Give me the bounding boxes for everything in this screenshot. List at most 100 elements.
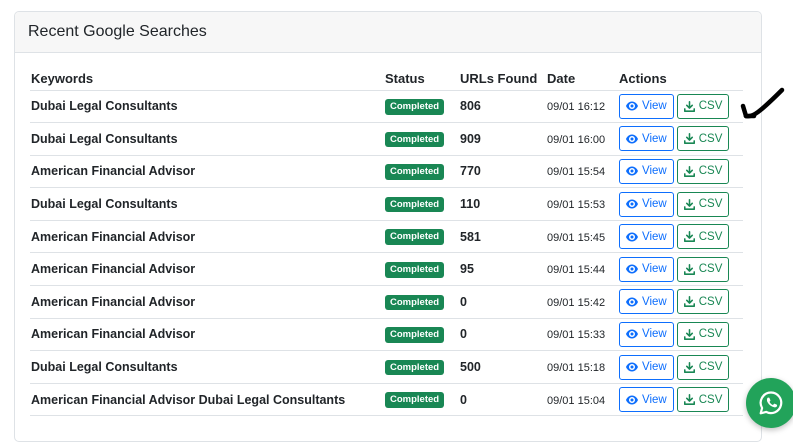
keyword-cell: American Financial Advisor bbox=[30, 155, 384, 189]
whatsapp-chat-button[interactable] bbox=[746, 378, 793, 428]
view-button-label: View bbox=[642, 263, 667, 276]
csv-download-button[interactable]: CSV bbox=[676, 321, 730, 347]
status-cell: Completed bbox=[384, 285, 459, 319]
status-badge: Completed bbox=[385, 294, 445, 311]
table-row: American Financial Advisor Completed 581… bbox=[30, 220, 743, 254]
header-keywords: Keywords bbox=[30, 67, 384, 91]
searches-table: Keywords Status URLs Found Date Actions … bbox=[30, 67, 743, 417]
urls-found-value: 500 bbox=[460, 360, 481, 375]
table-body: Dubai Legal Consultants Completed 806 09… bbox=[30, 90, 743, 417]
csv-button-label: CSV bbox=[698, 165, 723, 178]
keyword-cell: American Financial Advisor bbox=[30, 252, 384, 287]
status-badge: Completed bbox=[385, 392, 445, 408]
keyword-cell: American Financial Advisor bbox=[30, 220, 384, 254]
csv-download-button[interactable]: CSV bbox=[676, 256, 730, 282]
date-value: 09/01 15:42 bbox=[547, 296, 606, 309]
csv-download-button[interactable]: CSV bbox=[676, 289, 730, 315]
urls-found-value: 806 bbox=[460, 99, 481, 114]
header-actions: Actions bbox=[618, 67, 743, 91]
date-value: 09/01 16:00 bbox=[547, 133, 606, 146]
download-icon bbox=[683, 165, 695, 177]
view-button[interactable]: View bbox=[619, 158, 674, 184]
status-cell: Completed bbox=[384, 187, 459, 221]
actions-cell: View CSV bbox=[618, 318, 743, 352]
urls-found-value: 581 bbox=[460, 229, 481, 244]
csv-button-label: CSV bbox=[698, 132, 723, 145]
date-value: 09/01 15:04 bbox=[547, 394, 606, 407]
view-button-label: View bbox=[642, 393, 667, 406]
csv-download-button[interactable]: CSV bbox=[676, 387, 730, 413]
hand-drawn-arrow-annotation bbox=[740, 87, 785, 119]
date-cell: 09/01 15:53 bbox=[546, 187, 618, 221]
header-status: Status bbox=[384, 67, 459, 91]
csv-download-button[interactable]: CSV bbox=[676, 158, 730, 184]
eye-icon bbox=[626, 232, 638, 242]
card-header: Recent Google Searches bbox=[15, 12, 761, 53]
actions-cell: View CSV bbox=[618, 220, 743, 254]
keyword-cell: American Financial Advisor Dubai Legal C… bbox=[30, 383, 384, 417]
view-button[interactable]: View bbox=[619, 289, 674, 315]
csv-download-button[interactable]: CSV bbox=[676, 126, 730, 152]
table-row: American Financial Advisor Completed 770… bbox=[30, 155, 743, 189]
table-row: Dubai Legal Consultants Completed 500 09… bbox=[30, 350, 743, 384]
actions-cell: View CSV bbox=[618, 350, 743, 384]
view-button-label: View bbox=[642, 295, 667, 308]
keyword-text: Dubai Legal Consultants bbox=[31, 197, 178, 212]
csv-download-button[interactable]: CSV bbox=[676, 191, 730, 217]
view-button-label: View bbox=[642, 100, 667, 113]
keyword-text: Dubai Legal Consultants bbox=[31, 99, 178, 114]
date-value: 09/01 16:12 bbox=[547, 101, 606, 114]
status-badge: Completed bbox=[385, 131, 445, 148]
urls-cell: 770 bbox=[459, 155, 546, 189]
eye-icon bbox=[626, 395, 638, 405]
download-icon bbox=[683, 100, 695, 112]
status-cell: Completed bbox=[384, 318, 459, 352]
csv-download-button[interactable]: CSV bbox=[676, 93, 730, 119]
csv-download-button[interactable]: CSV bbox=[676, 354, 730, 380]
date-value: 09/01 15:18 bbox=[547, 362, 606, 375]
urls-found-value: 0 bbox=[460, 294, 467, 309]
csv-button-label: CSV bbox=[698, 198, 723, 211]
view-button[interactable]: View bbox=[619, 354, 674, 380]
header-date: Date bbox=[546, 67, 618, 91]
view-button[interactable]: View bbox=[619, 224, 674, 250]
view-button[interactable]: View bbox=[619, 387, 674, 413]
download-icon bbox=[683, 198, 695, 210]
date-cell: 09/01 16:12 bbox=[546, 90, 618, 124]
status-badge: Completed bbox=[385, 196, 445, 213]
keyword-text: American Financial Advisor bbox=[31, 229, 196, 244]
date-cell: 09/01 15:44 bbox=[546, 252, 618, 287]
eye-icon bbox=[626, 362, 638, 372]
urls-found-value: 770 bbox=[460, 164, 481, 179]
download-icon bbox=[683, 328, 695, 340]
status-badge: Completed bbox=[385, 99, 445, 115]
csv-download-button[interactable]: CSV bbox=[676, 224, 730, 250]
eye-icon bbox=[626, 329, 638, 339]
urls-found-value: 909 bbox=[460, 131, 481, 146]
urls-cell: 909 bbox=[459, 122, 546, 156]
urls-found-value: 0 bbox=[460, 392, 467, 407]
view-button-label: View bbox=[642, 328, 667, 341]
urls-found-value: 110 bbox=[460, 197, 481, 212]
actions-cell: View CSV bbox=[618, 90, 743, 124]
view-button[interactable]: View bbox=[619, 93, 674, 119]
table-row: American Financial Advisor Completed 0 0… bbox=[30, 285, 743, 319]
date-value: 09/01 15:45 bbox=[547, 231, 606, 244]
eye-icon bbox=[626, 297, 638, 307]
csv-button-label: CSV bbox=[698, 328, 723, 341]
download-icon bbox=[683, 394, 695, 406]
view-button[interactable]: View bbox=[619, 191, 674, 217]
download-icon bbox=[683, 231, 695, 243]
download-icon bbox=[683, 133, 695, 145]
keyword-cell: Dubai Legal Consultants bbox=[30, 90, 384, 124]
urls-cell: 95 bbox=[459, 252, 546, 287]
status-badge: Completed bbox=[385, 327, 445, 343]
view-button[interactable]: View bbox=[619, 321, 674, 347]
table-header-row: Keywords Status URLs Found Date Actions bbox=[30, 67, 743, 91]
date-cell: 09/01 15:45 bbox=[546, 220, 618, 254]
keyword-cell: Dubai Legal Consultants bbox=[30, 350, 384, 384]
eye-icon bbox=[626, 134, 638, 144]
view-button[interactable]: View bbox=[619, 256, 674, 282]
view-button[interactable]: View bbox=[619, 126, 674, 152]
status-cell: Completed bbox=[384, 383, 459, 417]
